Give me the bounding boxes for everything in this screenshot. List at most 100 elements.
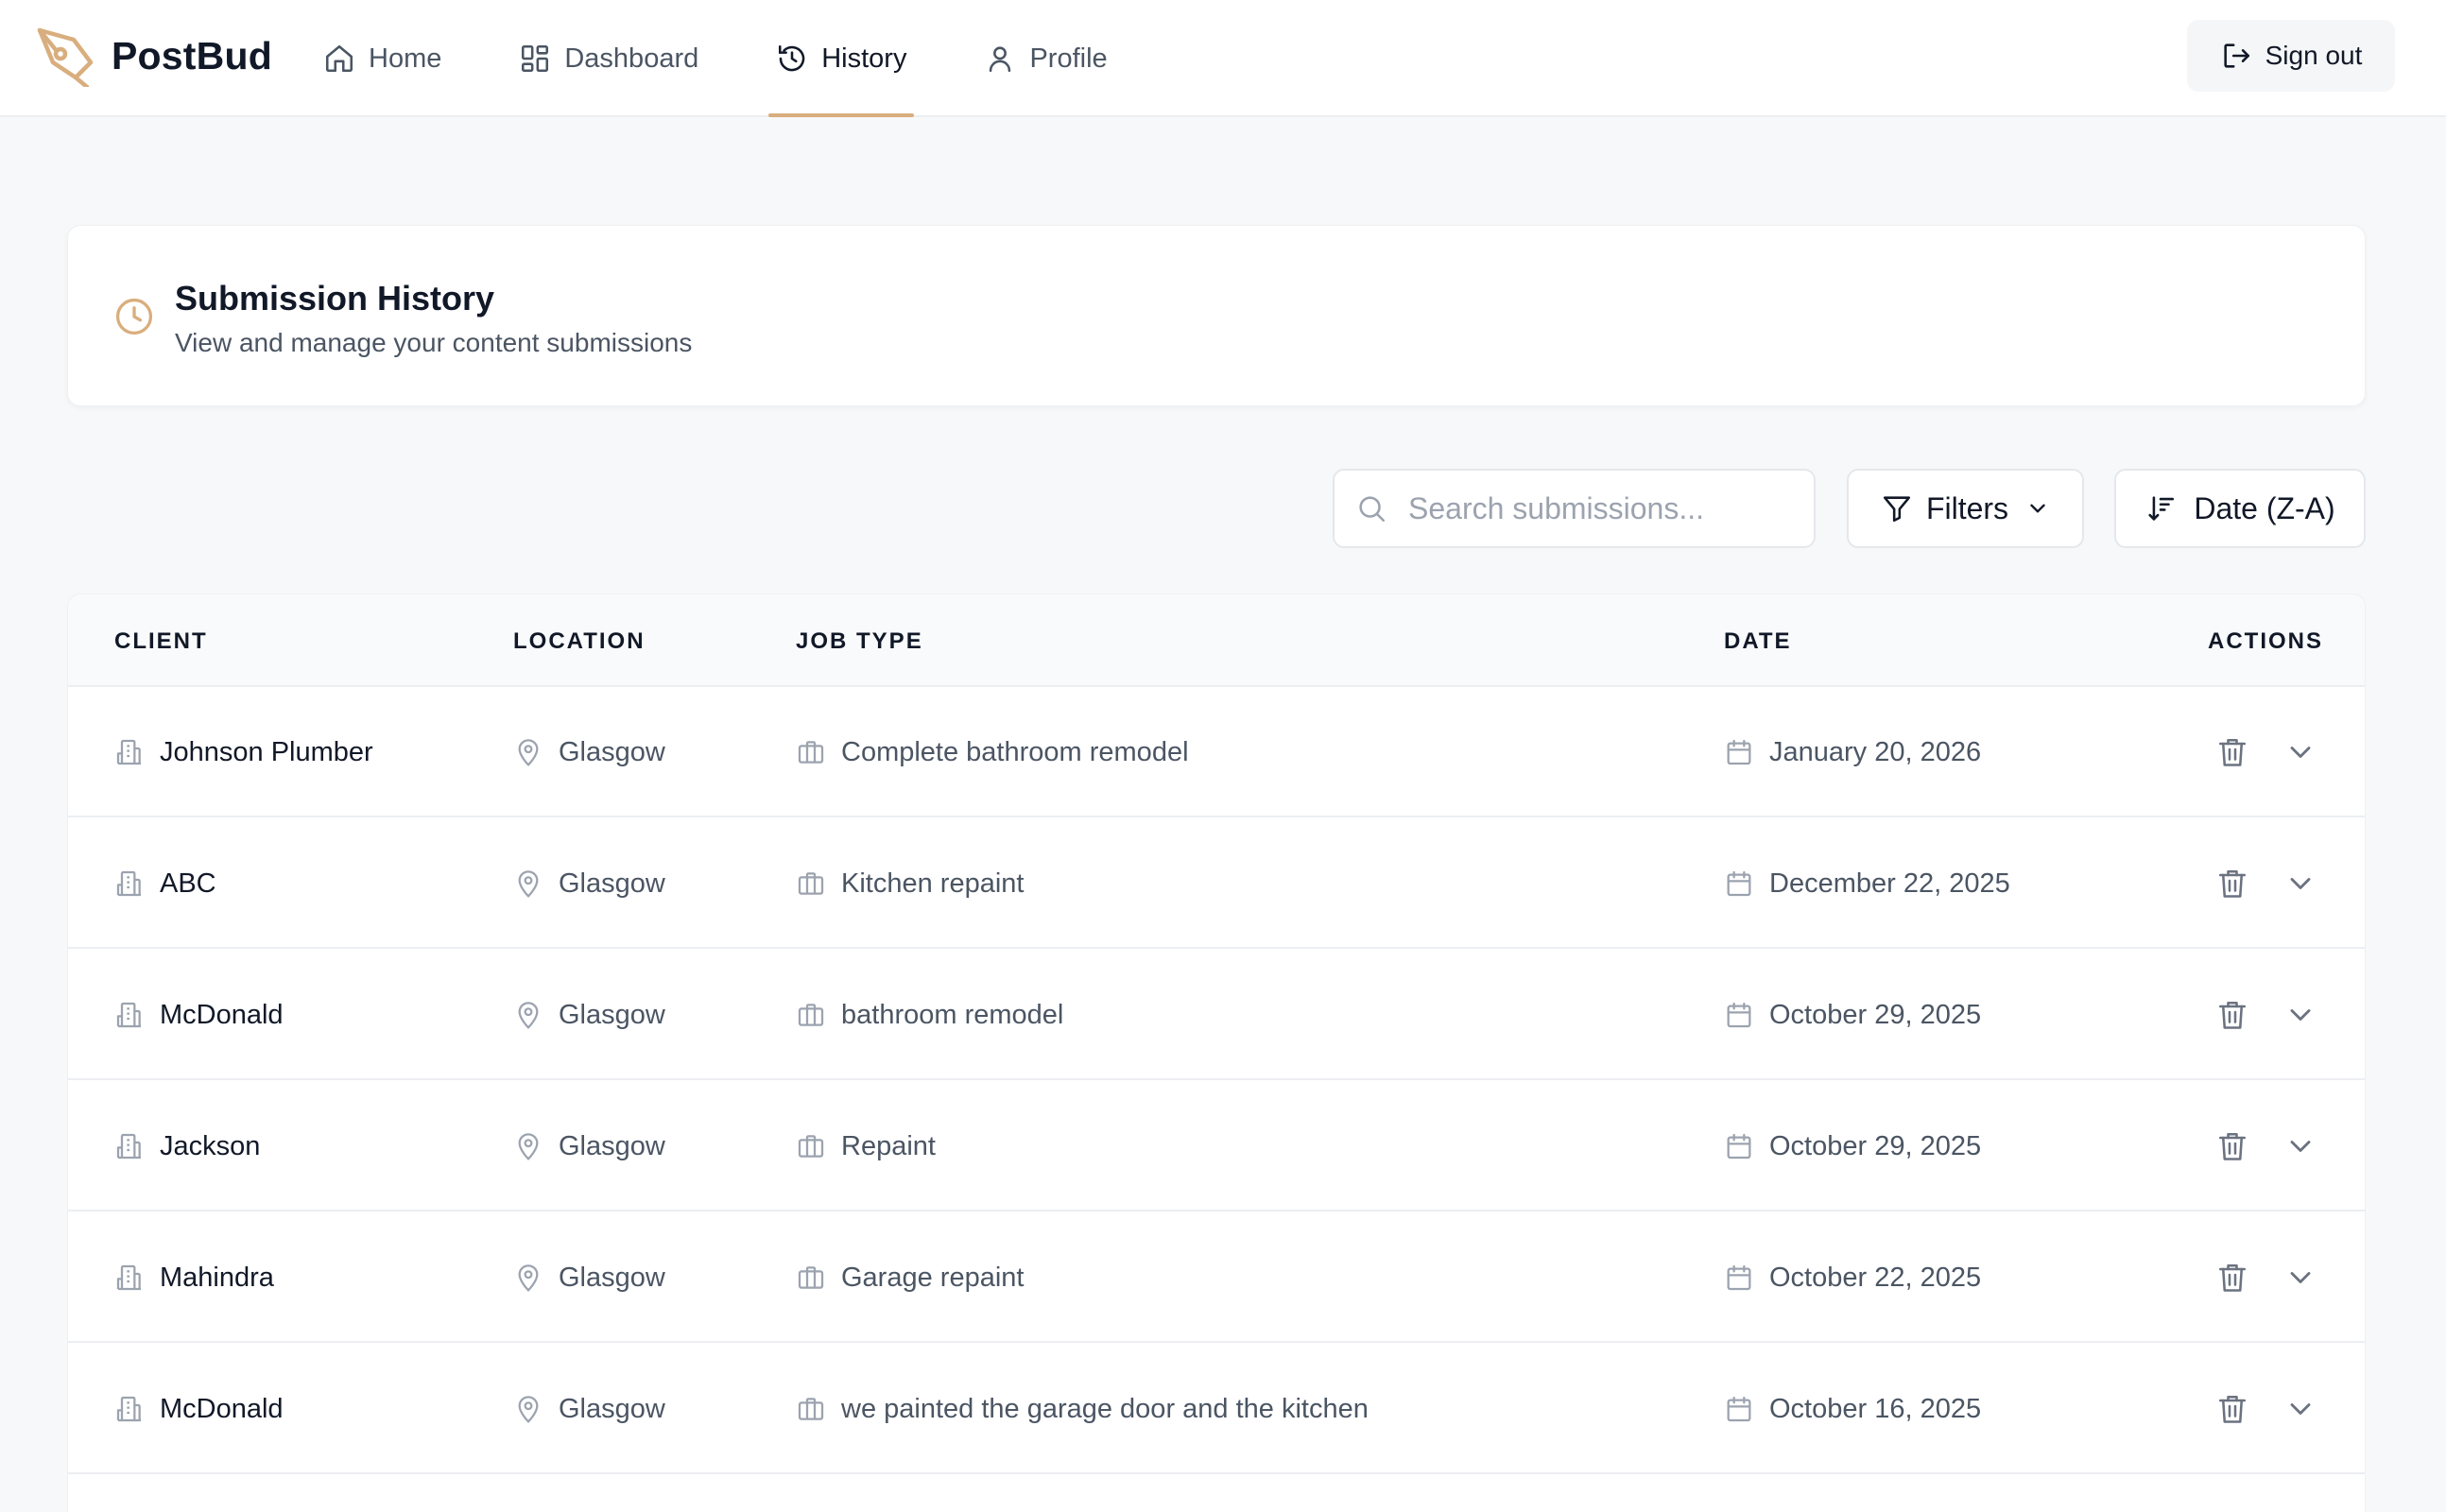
column-header-job-type[interactable]: JOB TYPE bbox=[796, 628, 923, 655]
location-cell: Glasgow bbox=[513, 950, 665, 1080]
client-cell: Jackson bbox=[114, 1081, 260, 1211]
nav-label-profile: Profile bbox=[1029, 43, 1108, 74]
chevron-down-icon[interactable] bbox=[2280, 1388, 2321, 1430]
trash-icon[interactable] bbox=[2212, 1125, 2253, 1167]
date-cell: October 29, 2025 bbox=[1724, 950, 1981, 1080]
nav-item-dashboard[interactable]: Dashboard bbox=[511, 0, 706, 117]
calendar-icon bbox=[1724, 1263, 1754, 1293]
client-cell: McDonald bbox=[114, 1344, 284, 1474]
brand[interactable]: PostBud bbox=[36, 25, 272, 87]
search-box[interactable] bbox=[1333, 469, 1816, 548]
job-type-cell: bathroom remodel bbox=[796, 950, 1063, 1080]
table-row[interactable]: Jackson Glasgow Repaint October 29, 2025 bbox=[68, 1081, 2365, 1211]
actions-cell bbox=[2212, 1212, 2321, 1343]
job-type-cell: Repaint bbox=[796, 1081, 936, 1211]
building-icon bbox=[114, 1263, 145, 1293]
location-cell: Glasgow bbox=[513, 1344, 665, 1474]
trash-icon[interactable] bbox=[2212, 731, 2253, 773]
actions-cell bbox=[2212, 950, 2321, 1080]
actions-cell bbox=[2212, 1344, 2321, 1474]
chevron-down-icon[interactable] bbox=[2280, 1125, 2321, 1167]
filters-button[interactable]: Filters bbox=[1847, 469, 2084, 548]
job-type-text: Kitchen repaint bbox=[841, 868, 1025, 899]
job-type-cell: Kitchen repaint bbox=[796, 818, 1024, 949]
briefcase-icon bbox=[796, 1394, 826, 1424]
briefcase-icon bbox=[796, 868, 826, 899]
briefcase-icon bbox=[796, 1000, 826, 1030]
job-type-text: Repaint bbox=[841, 1130, 936, 1161]
page-subtitle: View and manage your content submissions bbox=[175, 328, 693, 357]
column-header-date[interactable]: DATE bbox=[1724, 628, 1792, 655]
calendar-icon bbox=[1724, 868, 1754, 899]
column-header-location[interactable]: LOCATION bbox=[513, 628, 646, 655]
location-cell: Glasgow bbox=[513, 1212, 665, 1343]
date-cell: December 22, 2025 bbox=[1724, 818, 2010, 949]
building-icon bbox=[114, 737, 145, 767]
job-type-text: Garage repaint bbox=[841, 1262, 1025, 1293]
sort-label: Date (Z-A) bbox=[2194, 490, 2335, 525]
location-cell: Glasgow bbox=[513, 1081, 665, 1211]
date-text: October 29, 2025 bbox=[1769, 999, 1982, 1030]
map-pin-icon bbox=[513, 1000, 543, 1030]
nav-item-home[interactable]: Home bbox=[316, 0, 449, 117]
sign-out-label: Sign out bbox=[2265, 41, 2363, 70]
user-icon bbox=[984, 43, 1016, 75]
dashboard-icon bbox=[519, 43, 551, 75]
column-header-client[interactable]: CLIENT bbox=[114, 628, 208, 655]
client-name: ABC bbox=[160, 868, 216, 899]
trash-icon[interactable] bbox=[2212, 994, 2253, 1036]
map-pin-icon bbox=[513, 868, 543, 899]
job-type-text: bathroom remodel bbox=[841, 999, 1064, 1030]
table-row[interactable]: McDonald Glasgow we painted the garage d… bbox=[68, 1344, 2365, 1474]
job-type-cell: Garage repaint bbox=[796, 1212, 1024, 1343]
trash-icon[interactable] bbox=[2212, 1388, 2253, 1430]
column-header-actions: ACTIONS bbox=[2208, 628, 2323, 654]
home-icon bbox=[323, 43, 355, 75]
location-cell: Glasgow bbox=[513, 818, 665, 949]
building-icon bbox=[114, 1131, 145, 1161]
table-row[interactable]: Johnson Plumber Glasgow Complete bathroo… bbox=[68, 687, 2365, 817]
building-icon bbox=[114, 1394, 145, 1424]
pen-logo-icon bbox=[36, 25, 96, 87]
brand-name: PostBud bbox=[112, 33, 272, 77]
page-title: Submission History bbox=[175, 279, 495, 318]
date-text: December 22, 2025 bbox=[1769, 868, 2010, 899]
client-cell: McDonald bbox=[114, 950, 284, 1080]
trash-icon[interactable] bbox=[2212, 1257, 2253, 1298]
filters-label: Filters bbox=[1925, 490, 2009, 525]
job-type-text: we painted the garage door and the kitch… bbox=[841, 1393, 1369, 1424]
actions-cell bbox=[2212, 687, 2321, 817]
sign-out-button[interactable]: Sign out bbox=[2187, 20, 2395, 92]
trash-icon[interactable] bbox=[2212, 863, 2253, 904]
clock-icon bbox=[113, 296, 155, 337]
date-text: October 29, 2025 bbox=[1769, 1130, 1982, 1161]
nav-label-home: Home bbox=[369, 43, 442, 74]
table-row[interactable]: Mahindra Glasgow Garage repaint October … bbox=[68, 1212, 2365, 1343]
map-pin-icon bbox=[513, 1394, 543, 1424]
location-cell: Glasgow bbox=[513, 687, 665, 817]
client-cell: ABC bbox=[114, 818, 216, 949]
table-header: CLIENT LOCATION JOB TYPE DATE ACTIONS bbox=[68, 594, 2365, 687]
nav-item-history[interactable]: History bbox=[768, 0, 915, 117]
actions-cell bbox=[2212, 1081, 2321, 1211]
job-type-cell: we painted the garage door and the kitch… bbox=[796, 1344, 1369, 1474]
map-pin-icon bbox=[513, 1131, 543, 1161]
chevron-down-icon[interactable] bbox=[2280, 994, 2321, 1036]
location-text: Glasgow bbox=[559, 1393, 665, 1424]
date-cell: January 20, 2026 bbox=[1724, 687, 1981, 817]
sort-descending-icon bbox=[2145, 492, 2177, 524]
sort-button[interactable]: Date (Z-A) bbox=[2114, 469, 2366, 548]
briefcase-icon bbox=[796, 1263, 826, 1293]
table-row[interactable]: ABC Glasgow Kitchen repaint December 22,… bbox=[68, 818, 2365, 949]
search-input[interactable] bbox=[1408, 490, 1786, 526]
table-row[interactable]: McDonald Glasgow bathroom remodel Octobe… bbox=[68, 950, 2365, 1080]
nav-item-profile[interactable]: Profile bbox=[976, 0, 1114, 117]
location-text: Glasgow bbox=[559, 1130, 665, 1161]
date-text: October 16, 2025 bbox=[1769, 1393, 1982, 1424]
chevron-down-icon[interactable] bbox=[2280, 1257, 2321, 1298]
chevron-down-icon[interactable] bbox=[2280, 731, 2321, 773]
date-cell: October 22, 2025 bbox=[1724, 1212, 1981, 1343]
chevron-down-icon[interactable] bbox=[2280, 863, 2321, 904]
job-type-text: Complete bathroom remodel bbox=[841, 736, 1189, 767]
date-cell: October 16, 2025 bbox=[1724, 1344, 1981, 1474]
